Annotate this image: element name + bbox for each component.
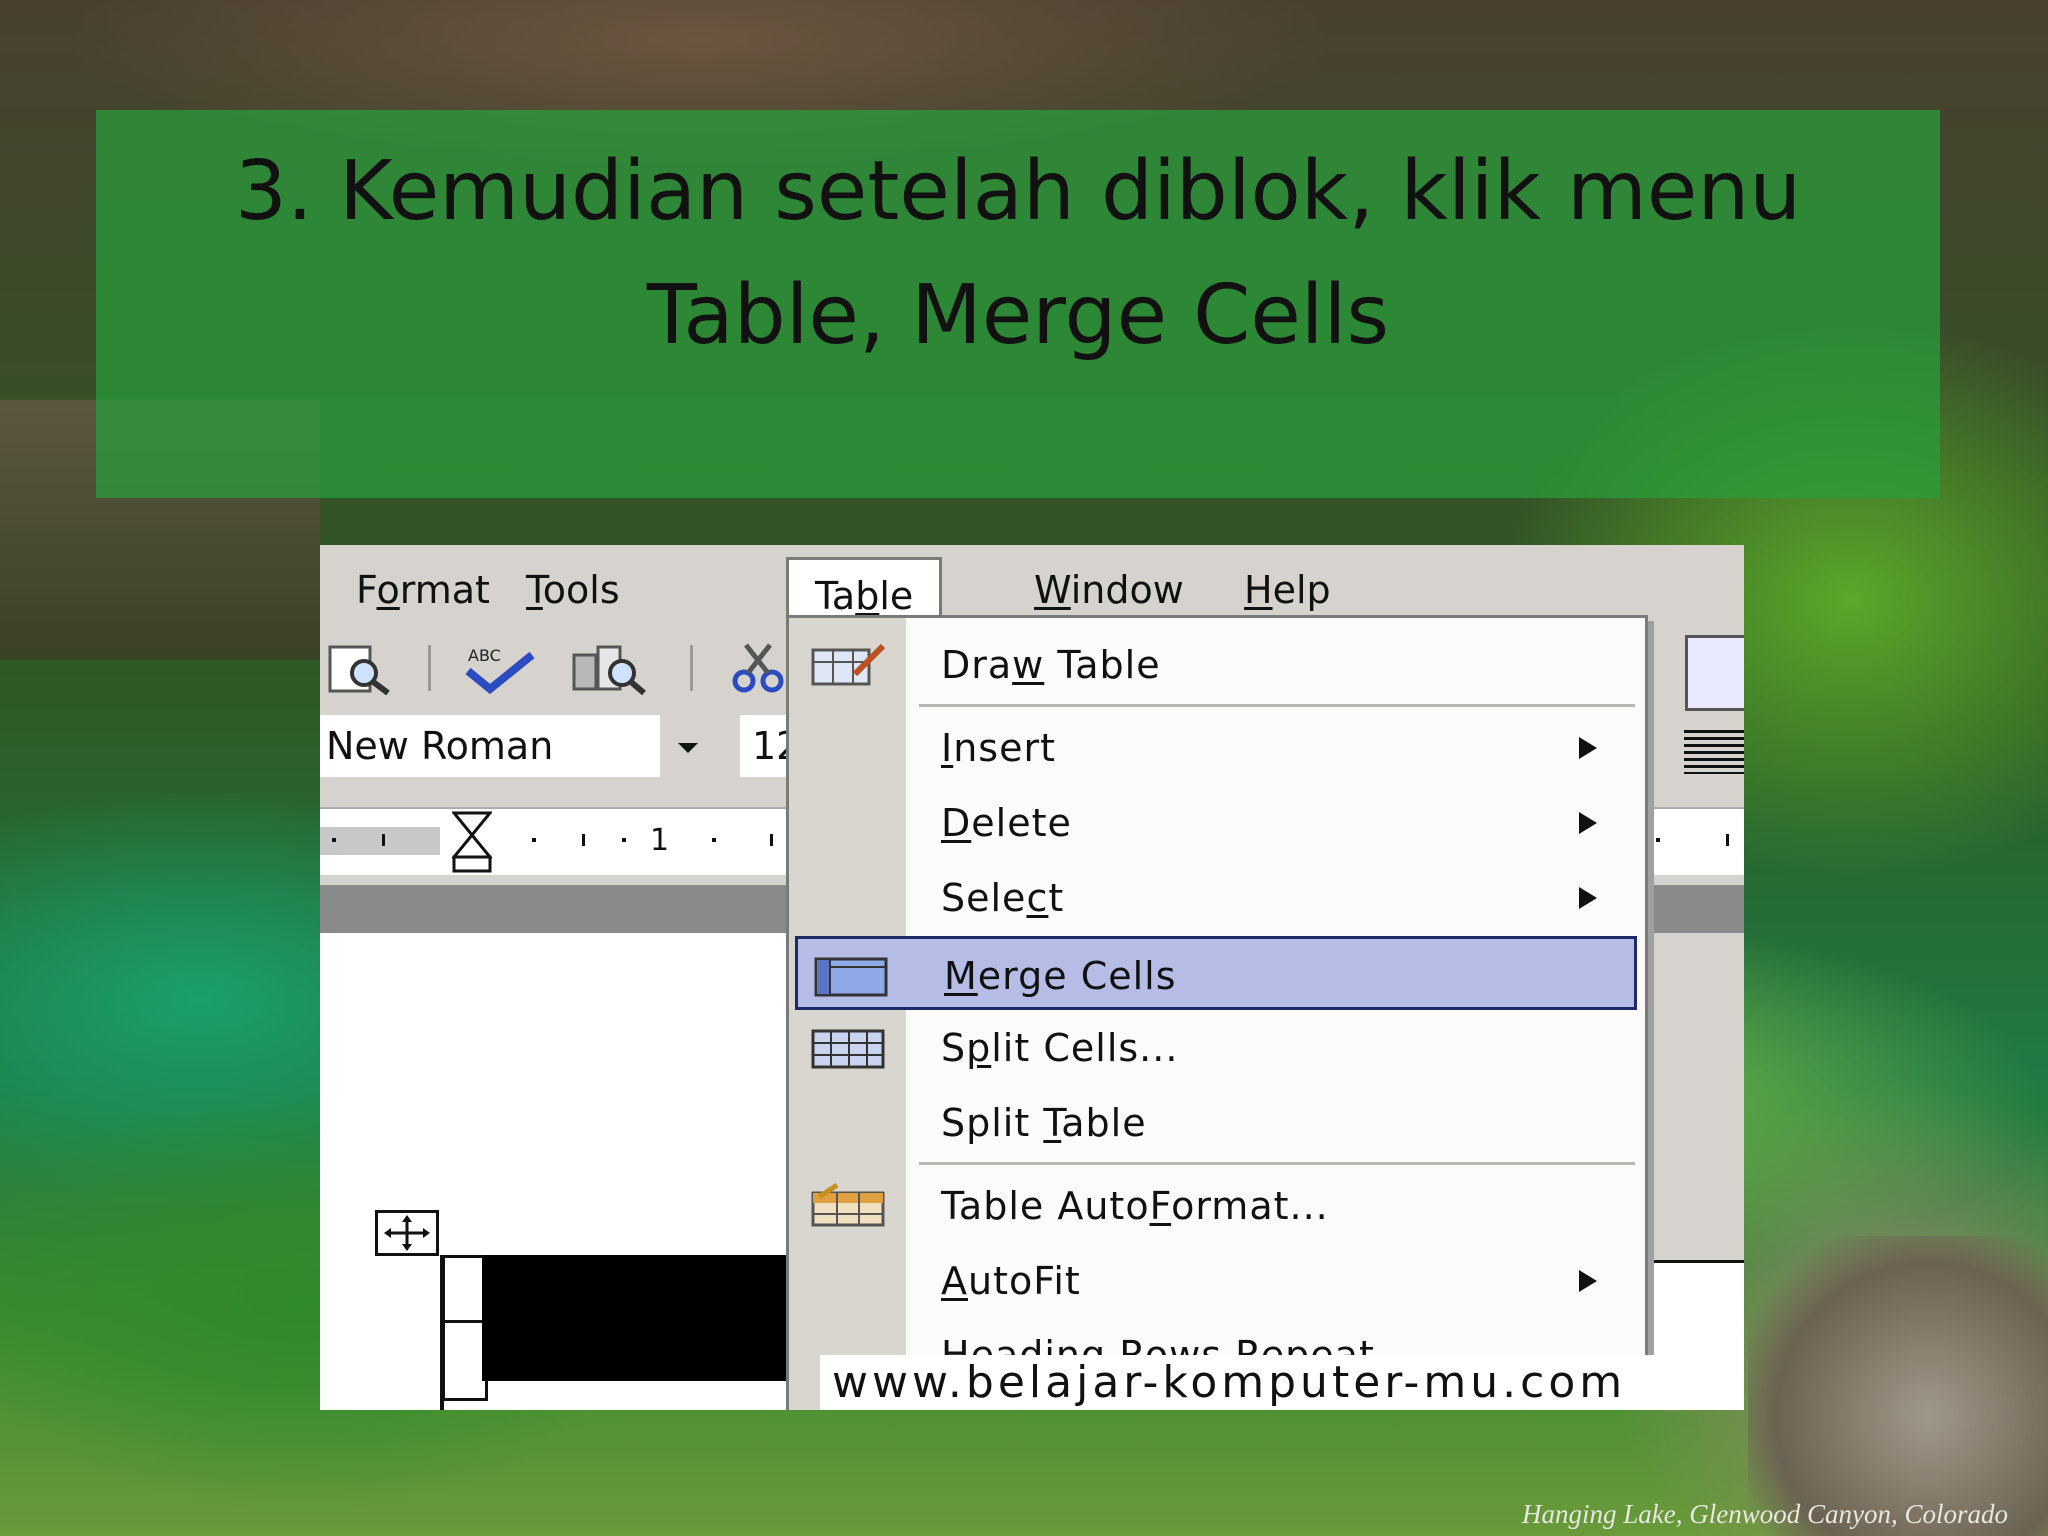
split-cells-icon	[809, 1025, 887, 1071]
ruler-number: 1	[650, 823, 676, 858]
table-menu-dropdown: Draw Table Insert Delete Select Merge Ce…	[786, 615, 1648, 1410]
menu-item-delete[interactable]: Delete	[789, 786, 1645, 860]
svg-text:ABC: ABC	[468, 646, 501, 665]
menu-window[interactable]: Window	[1008, 565, 1210, 615]
autoformat-icon	[809, 1182, 887, 1229]
font-dropdown-button[interactable]	[660, 715, 715, 777]
menu-tools[interactable]: Tools	[500, 565, 646, 615]
toolbar-button-icon[interactable]	[1685, 635, 1744, 711]
print-preview-icon[interactable]	[326, 641, 396, 696]
menu-item-insert[interactable]: Insert	[789, 711, 1645, 785]
justify-icon[interactable]	[1684, 730, 1744, 774]
menu-item-draw-table[interactable]: Draw Table	[789, 628, 1645, 702]
menu-item-select[interactable]: Select	[789, 861, 1645, 935]
menu-item-split-cells[interactable]: Split Cells...	[789, 1011, 1645, 1085]
menu-item-table-autoformat[interactable]: Table AutoFormat...	[789, 1169, 1645, 1243]
submenu-arrow-icon	[1579, 1270, 1597, 1292]
menu-separator	[919, 1162, 1635, 1165]
menu-help[interactable]: Help	[1218, 565, 1357, 615]
selected-table-cells[interactable]	[482, 1255, 792, 1381]
submenu-arrow-icon	[1579, 812, 1597, 834]
menu-item-split-table[interactable]: Split Table	[789, 1086, 1645, 1160]
spelling-icon[interactable]: ABC	[460, 641, 535, 695]
cut-icon[interactable]	[730, 641, 790, 695]
table-row-border	[445, 1320, 485, 1323]
merge-cells-icon	[812, 953, 890, 999]
website-watermark: www.belajar-komputer-mu.com	[820, 1355, 1744, 1410]
menu-item-autofit[interactable]: AutoFit	[789, 1244, 1645, 1318]
menu-separator	[919, 704, 1635, 707]
photo-credit: Hanging Lake, Glenwood Canyon, Colorado	[1522, 1499, 2008, 1529]
research-icon[interactable]	[570, 641, 646, 696]
word-screenshot: Format Tools Table Window Help ABC New R…	[320, 545, 1744, 1410]
menu-format[interactable]: Format	[330, 565, 516, 615]
submenu-arrow-icon	[1579, 737, 1597, 759]
toolbar-separator	[690, 645, 693, 691]
standard-toolbar: ABC	[320, 627, 790, 707]
formatting-toolbar: New Roman 12	[320, 707, 800, 787]
menu-item-merge-cells[interactable]: Merge Cells	[795, 936, 1637, 1010]
draw-table-icon	[809, 642, 887, 688]
toolbar-separator	[428, 645, 431, 691]
background-boulder	[1748, 1236, 2048, 1536]
table-move-handle-icon[interactable]	[375, 1210, 439, 1256]
title-line-1: 3. Kemudian setelah diblok, klik menu	[234, 144, 1802, 239]
title-line-2: Table, Merge Cells	[646, 268, 1390, 363]
ruler-ticks	[332, 830, 788, 850]
font-name-box[interactable]: New Roman	[320, 715, 715, 777]
submenu-arrow-icon	[1579, 887, 1597, 909]
slide-title: 3. Kemudian setelah diblok, klik menu Ta…	[96, 130, 1940, 378]
ruler-ticks-right	[1650, 830, 1744, 850]
